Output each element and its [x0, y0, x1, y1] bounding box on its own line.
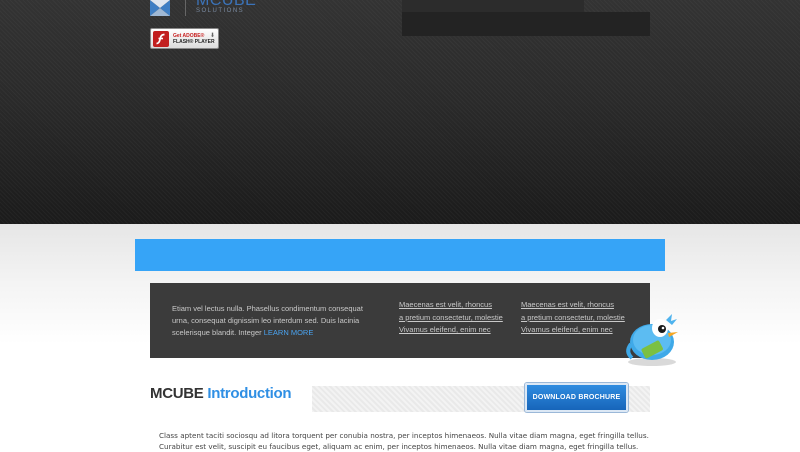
link-item[interactable]: Vivamus eleifend, enim nec — [399, 324, 503, 337]
flash-badge-line2: FLASH® PLAYER — [173, 38, 215, 45]
intro-title-main: MCUBE — [150, 385, 204, 402]
logo-divider — [185, 0, 186, 16]
navigation-bar — [135, 239, 665, 271]
link-item[interactable]: Maecenas est velit, rhoncus — [521, 299, 625, 312]
hero-banner — [0, 0, 800, 224]
link-item[interactable]: a pretium consectetur, molestie — [399, 312, 503, 325]
intro-title-accent: Introduction — [207, 385, 292, 402]
learn-more-link[interactable]: LEARN MORE — [264, 328, 314, 337]
download-arrow-icon: ⬇ — [209, 33, 215, 39]
logo-subtitle: SOLUTIONS — [196, 8, 245, 14]
intro-body-text: Class aptent taciti sociosqu ad litora t… — [159, 430, 659, 452]
download-brochure-button[interactable]: DOWNLOAD BROCHURE — [525, 383, 628, 412]
hero-top-panel — [402, 0, 584, 12]
link-column-1: Maecenas est velit, rhoncus a pretium co… — [399, 299, 503, 337]
intro-title: MCUBE Introduction — [150, 385, 292, 402]
info-text: Etiam vel lectus nulla. Phasellus condim… — [172, 303, 372, 339]
twitter-bird-icon[interactable] — [622, 306, 682, 368]
get-flash-player-badge[interactable]: Get ADOBE® FLASH® PLAYER ⬇ — [150, 28, 219, 49]
cube-logo-icon — [150, 0, 170, 16]
link-item[interactable]: a pretium consectetur, molestie — [521, 312, 625, 325]
flash-player-icon — [153, 30, 169, 47]
link-item[interactable]: Vivamus eleifend, enim nec — [521, 324, 625, 337]
intro-body-line: Curabitur est velit, suscipit eu faucibu… — [159, 442, 639, 451]
hero-panel — [402, 12, 650, 36]
intro-body-line: Class aptent taciti sociosqu ad litora t… — [159, 431, 649, 440]
link-column-2: Maecenas est velit, rhoncus a pretium co… — [521, 299, 625, 337]
link-item[interactable]: Maecenas est velit, rhoncus — [399, 299, 503, 312]
